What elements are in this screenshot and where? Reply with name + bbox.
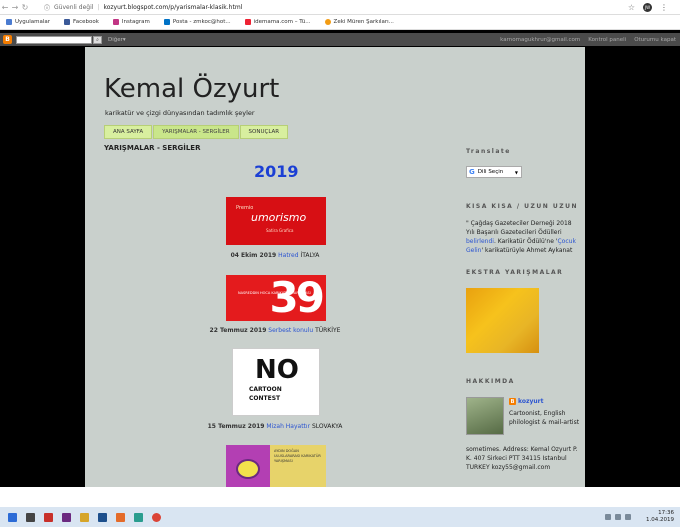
start-icon[interactable] xyxy=(8,512,17,522)
facebook-icon xyxy=(64,19,71,25)
chrome-icon[interactable] xyxy=(152,512,161,522)
blog-page: Kemal Özyurt karikatür ve çizgi dünyasın… xyxy=(85,47,585,487)
url-separator: | xyxy=(97,3,100,11)
bookmark-mail[interactable]: Posta - zmkoc@hot... xyxy=(163,19,231,25)
contest-entry: 15 Temmuz 2019 Mizah Hayattır SLOVAKYA xyxy=(207,423,343,430)
network-icon[interactable] xyxy=(605,514,611,520)
url-text[interactable]: kozyurt.blogspot.com/p/yarismalar-klasik… xyxy=(103,4,242,11)
contest-poster-umorismo[interactable]: Premio umorismo Satira Grafica xyxy=(226,197,326,245)
bookmark-star-icon[interactable]: ☆ xyxy=(628,3,635,12)
clock[interactable]: 17:36 1.04.2019 xyxy=(646,510,674,524)
language-icon[interactable] xyxy=(625,514,631,520)
contest-poster-nasreddin[interactable]: NASREDDIN HOCA KARIKATÜR YARIŞMASI 39 xyxy=(226,273,326,322)
navbar-search-button[interactable]: ⌕ xyxy=(93,35,102,44)
security-status: Güvenli değil xyxy=(54,3,94,11)
contest-entry: 22 Temmuz 2019 Serbest konulu TÜRKİYE xyxy=(209,327,341,334)
idemama-icon xyxy=(244,19,251,25)
volume-icon[interactable] xyxy=(615,514,621,520)
year-heading: 2019 xyxy=(254,162,299,181)
control-panel-link[interactable]: Kontrol paneli xyxy=(588,37,626,43)
folder-icon[interactable] xyxy=(80,512,89,522)
eye-graphic xyxy=(236,459,260,479)
contest-entry: 04 Ekim 2019 Hatred İTALYA xyxy=(230,252,320,259)
bookmark-apps[interactable]: Uygulamalar xyxy=(6,19,50,25)
bookmarks-bar: Uygulamalar Facebook Instagram Posta - z… xyxy=(0,15,680,30)
about-heading: HAKKIMDA xyxy=(466,378,515,385)
outlook-icon xyxy=(163,19,170,25)
apps-icon xyxy=(6,19,12,25)
forward-icon[interactable]: → xyxy=(10,3,20,12)
kisa-heading: KISA KISA / UZUN UZUN xyxy=(466,203,578,210)
info-icon[interactable]: ⓘ xyxy=(44,3,50,12)
profile-bio: Cartoonist, English philologist & mail-a… xyxy=(509,410,580,426)
instagram-icon xyxy=(112,19,119,25)
ekstra-heading: EKSTRA YARIŞMALAR xyxy=(466,269,564,276)
contest-link[interactable]: Serbest konulu xyxy=(268,327,313,334)
translate-heading: Translate xyxy=(466,148,511,155)
blogger-logo-icon[interactable]: B xyxy=(3,35,12,44)
navbar-user-email: karnomagukhrur@gmail.com xyxy=(500,36,581,43)
explorer-icon[interactable] xyxy=(26,512,35,522)
bookmark-facebook[interactable]: Facebook xyxy=(64,19,99,25)
navbar-more-menu[interactable]: Diğer▾ xyxy=(108,37,126,43)
windows-taskbar: 17:36 1.04.2019 xyxy=(0,507,680,527)
ekstra-contest-image[interactable] xyxy=(466,288,539,353)
blog-description: karikatür ve çizgi dünyasından tadımlık … xyxy=(105,109,255,117)
language-select[interactable]: G Dili Seçin ▼ xyxy=(466,166,522,178)
bookmark-idemama[interactable]: idemama.com – Tü... xyxy=(244,19,311,25)
contest-poster-no-cartoon[interactable]: NO CARTOON CONTEST xyxy=(232,348,320,416)
profile-avatar[interactable]: JW xyxy=(643,2,652,12)
menu-icon[interactable]: ⋮ xyxy=(660,3,668,12)
contest-link[interactable]: Hatred xyxy=(278,252,298,259)
contest-poster-aydin-dogan[interactable]: AYDIN DOĞAN ULUSLARARASI KARIKATÜR YARIŞ… xyxy=(226,445,326,487)
navbar-search-input[interactable] xyxy=(16,35,92,44)
belirlendi-link[interactable]: belirlendi xyxy=(466,238,494,245)
photoshop-icon[interactable] xyxy=(98,512,107,522)
acrobat-icon[interactable] xyxy=(44,512,53,522)
app-icon[interactable] xyxy=(134,512,143,522)
back-icon[interactable]: ← xyxy=(0,3,10,12)
address-bar: ← → ↻ ⓘ Güvenli değil | kozyurt.blogspot… xyxy=(0,0,680,15)
blog-title[interactable]: Kemal Özyurt xyxy=(104,74,279,104)
blogger-navbar: B ⌕ Diğer▾ karnomagukhrur@gmail.com Kont… xyxy=(0,33,680,46)
tab-contests[interactable]: YARIŞMALAR - SERGİLER xyxy=(153,125,239,139)
dropdown-caret-icon: ▼ xyxy=(514,169,518,175)
url-field[interactable]: ⓘ Güvenli değil | kozyurt.blogspot.com/p… xyxy=(44,3,242,12)
bookmark-instagram[interactable]: Instagram xyxy=(112,19,150,25)
profile-photo[interactable] xyxy=(466,397,504,435)
status-strip xyxy=(0,487,680,507)
system-tray xyxy=(605,514,631,520)
google-icon: G xyxy=(469,168,475,176)
sign-out-link[interactable]: Oturumu kapat xyxy=(634,37,676,43)
profile-name-link[interactable]: Bkozyurt xyxy=(509,398,543,405)
tab-home[interactable]: ANA SAYFA xyxy=(104,125,153,139)
post-title: YARIŞMALAR - SERGİLER xyxy=(104,144,201,152)
illustrator-icon[interactable] xyxy=(116,512,125,522)
profile-bio-more: sometimes. Address: Kemal Ozyurt P. K. 4… xyxy=(466,446,578,471)
blogger-icon: B xyxy=(509,398,516,405)
tab-results[interactable]: SONUÇLAR xyxy=(239,125,289,139)
contest-link[interactable]: Mizah Hayattır xyxy=(266,423,310,430)
reload-icon[interactable]: ↻ xyxy=(20,3,30,12)
indesign-icon[interactable] xyxy=(62,512,71,522)
bookmark-zeki-muren[interactable]: Zeki Müren Şarkıları... xyxy=(324,19,394,25)
music-icon xyxy=(324,19,331,25)
page-tabs: ANA SAYFA YARIŞMALAR - SERGİLER SONUÇLAR xyxy=(104,125,289,139)
kisa-text: " Çağdaş Gazeteciler Derneği 2018 Yılı B… xyxy=(466,220,576,254)
